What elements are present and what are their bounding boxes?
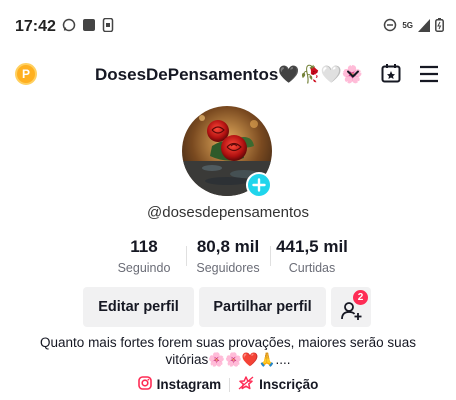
do-not-disturb-icon [383, 18, 397, 37]
stat-following-value: 118 [130, 237, 158, 256]
instagram-link[interactable]: Instagram [137, 376, 222, 393]
instagram-icon [137, 376, 152, 393]
menu-icon[interactable] [418, 64, 440, 89]
network-type: 5G [402, 20, 413, 30]
share-profile-button[interactable]: Partilhar perfil [199, 287, 326, 327]
edit-profile-button[interactable]: Editar perfil [83, 287, 194, 327]
coin-icon[interactable]: P [15, 63, 37, 85]
stat-followers-label: Seguidores [196, 261, 260, 275]
creator-tools-icon[interactable] [380, 62, 402, 89]
add-story-button[interactable] [246, 172, 272, 198]
phone-notification-icon [102, 17, 114, 37]
notification-badge: 2 [353, 290, 368, 305]
signal-icon [418, 18, 430, 37]
stat-likes[interactable]: 441,5 mil Curtidas [270, 236, 354, 275]
bio-line-2: vitórias🌸🌸❤️🙏.... [165, 352, 291, 367]
chevron-down-icon[interactable] [346, 67, 360, 86]
status-time: 17:42 [15, 18, 56, 35]
subscription-icon [238, 376, 254, 393]
subscription-link[interactable]: Inscrição [238, 376, 318, 393]
avatar-container[interactable] [182, 106, 272, 198]
battery-icon [435, 18, 444, 37]
stat-following-label: Seguindo [117, 261, 171, 275]
profile-stats: 118 Seguindo 80,8 mil Seguidores 441,5 m… [0, 236, 456, 275]
status-right-icons: 5G [383, 18, 444, 37]
profile-links: Instagram Inscrição [0, 376, 456, 393]
subscription-link-label: Inscrição [259, 377, 319, 392]
stat-followers[interactable]: 80,8 mil Seguidores [186, 236, 270, 275]
add-friends-button[interactable]: 2 [331, 287, 371, 327]
stat-following[interactable]: 118 Seguindo [102, 236, 186, 275]
account-switcher-username[interactable]: DosesDePensamentos🖤🥀🤍🌸 [95, 65, 363, 85]
bio-line-1: Quanto mais fortes forem suas provações,… [40, 335, 416, 350]
app-square-icon [82, 18, 96, 37]
link-divider [229, 377, 231, 392]
profile-header: P DosesDePensamentos🖤🥀🤍🌸 [0, 57, 456, 91]
stat-likes-value: 441,5 mil [276, 237, 348, 256]
stat-followers-value: 80,8 mil [196, 237, 260, 256]
profile-bio: Quanto mais fortes forem suas provações,… [30, 334, 426, 368]
stat-likes-label: Curtidas [288, 261, 336, 275]
profile-handle: @dosesdepensamentos [147, 204, 309, 221]
status-left-icons [62, 17, 114, 37]
whatsapp-icon [62, 18, 76, 37]
instagram-link-label: Instagram [156, 377, 222, 392]
status-bar: 17:42 5G [0, 0, 456, 46]
